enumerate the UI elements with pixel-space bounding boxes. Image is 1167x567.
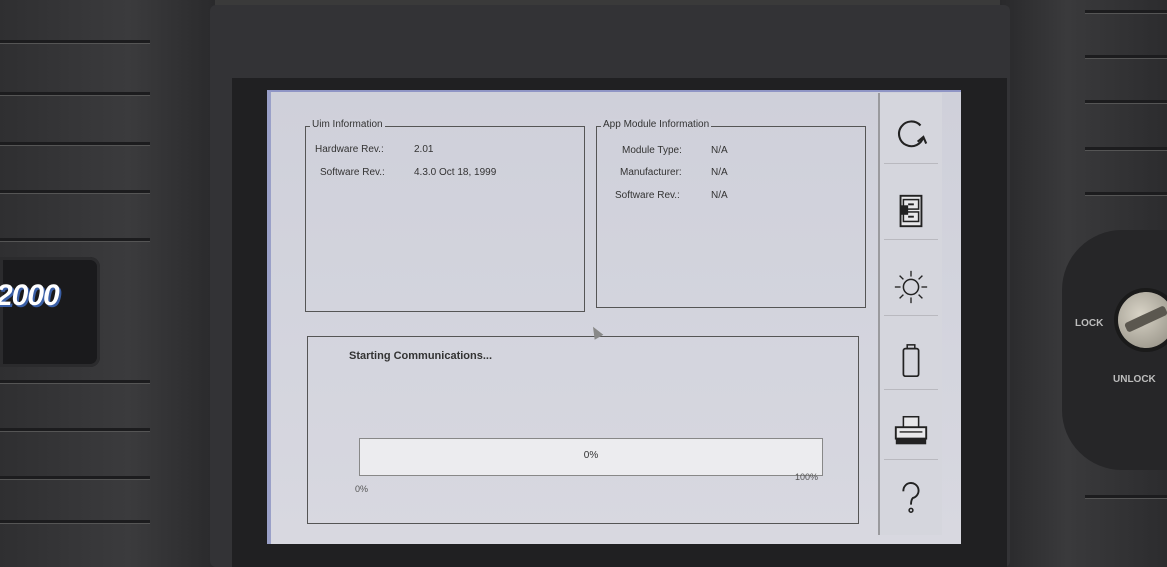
vent-slot [1085,192,1167,196]
hardware-rev-label: Hardware Rev.: [315,144,384,155]
badge-text: 2000 [0,279,60,312]
uim-information-title: Uim Information [310,119,385,130]
vent-slot [0,238,150,242]
vent-slot [1085,147,1167,151]
app-module-information-title: App Module Information [601,119,712,130]
unlock-label: UNLOCK [1113,374,1156,385]
vent-slot [0,92,150,96]
progress-scale-max: 100% [795,472,819,482]
manufacturer-value: N/A [711,167,728,178]
help-button[interactable] [884,469,938,525]
status-panel [307,336,859,524]
vent-slot [0,428,150,432]
progress-percent-label: 0% [583,450,599,461]
app-module-information-group: App Module Information Module Type: N/A … [596,119,866,308]
uim-information-group: Uim Information Hardware Rev.: 2.01 Soft… [305,119,585,312]
hardware-rev-value: 2.01 [414,144,434,155]
module-type-label: Module Type: [622,145,682,156]
vent-slot [0,40,150,44]
lcd-screen: Uim Information Hardware Rev.: 2.01 Soft… [267,90,961,544]
battery-button[interactable] [884,333,938,390]
file-cabinet-button[interactable] [884,183,938,240]
side-toolbar [878,93,942,535]
app-software-rev-value: N/A [711,190,728,201]
lock-panel [1062,230,1167,470]
brightness-button[interactable] [884,259,938,316]
manufacturer-label: Manufacturer: [620,167,682,178]
vent-slot [0,142,150,146]
vent-slot [0,520,150,524]
help-icon [902,482,920,513]
progress-scale-min: 0% [355,484,369,494]
vent-slot [0,190,150,194]
software-rev-value: 4.3.0 Oct 18, 1999 [414,167,497,178]
refresh-button[interactable] [884,107,938,164]
brightness-icon [894,270,928,304]
status-message: Starting Communications... [349,350,493,362]
software-rev-label: Software Rev.: [320,167,385,178]
print-button[interactable] [884,403,938,460]
vent-slot [1085,10,1167,14]
battery-icon [902,344,920,378]
vent-slot [1085,495,1167,499]
module-type-value: N/A [711,145,728,156]
refresh-icon [898,120,928,148]
progress-bar: 0% [359,438,823,476]
device-badge: 2000 [0,257,100,367]
lock-label: LOCK [1075,318,1104,329]
printer-icon [894,415,928,445]
vent-slot [0,476,150,480]
app-software-rev-label: Software Rev.: [615,190,680,201]
file-cabinet-icon [899,194,923,228]
vent-slot [1085,100,1167,104]
vent-slot [1085,55,1167,59]
vent-slot [0,380,150,384]
